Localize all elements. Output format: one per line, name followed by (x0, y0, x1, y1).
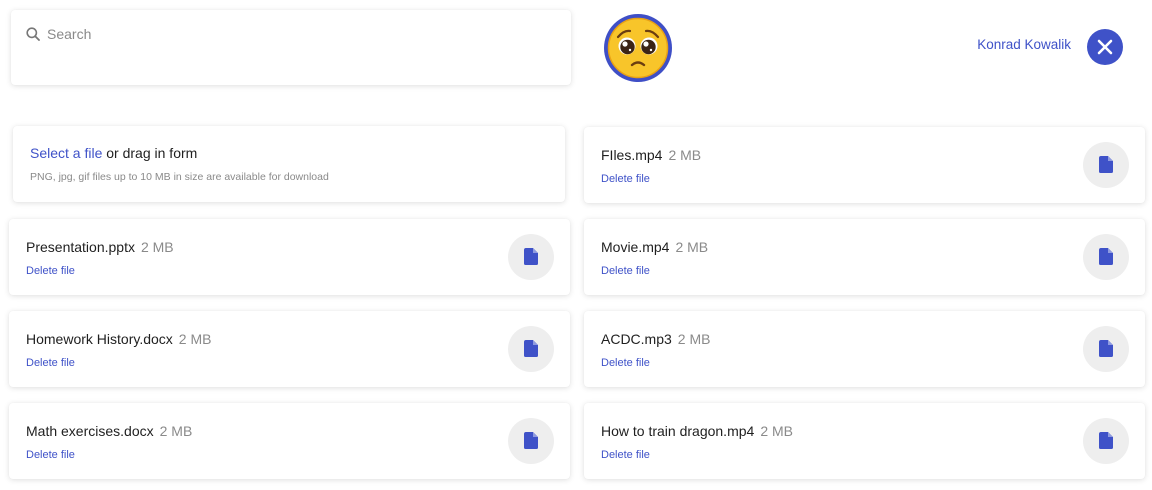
file-size: 2 MB (178, 331, 212, 347)
delete-file-link[interactable]: Delete file (601, 357, 650, 369)
avatar (604, 14, 672, 82)
file-icon-button[interactable] (1083, 418, 1129, 464)
file-size: 2 MB (159, 423, 193, 439)
user-name-link[interactable]: Konrad Kowalik (940, 37, 1071, 52)
delete-file-link[interactable]: Delete file (26, 449, 75, 461)
file-card: How to train dragon.mp4 2 MB Delete file (584, 403, 1145, 479)
select-file-link[interactable]: Select a file (30, 145, 102, 161)
file-icon (1099, 156, 1113, 173)
file-name: Movie.mp4 2 MB (601, 239, 709, 255)
file-card: Homework History.docx 2 MB Delete file (9, 311, 570, 387)
file-icon-button[interactable] (1083, 326, 1129, 372)
file-size: 2 MB (675, 239, 709, 255)
close-icon (1097, 39, 1113, 55)
file-card: Math exercises.docx 2 MB Delete file (9, 403, 570, 479)
file-icon-button[interactable] (508, 234, 554, 280)
upload-prompt: Select a file or drag in form (30, 145, 197, 161)
search-input[interactable] (47, 24, 547, 44)
file-icon (1099, 248, 1113, 265)
file-icon-button[interactable] (508, 418, 554, 464)
file-size: 2 MB (677, 331, 711, 347)
file-icon (524, 340, 538, 357)
file-name: Math exercises.docx 2 MB (26, 423, 193, 439)
file-card: FIles.mp4 2 MB Delete file (584, 127, 1145, 203)
file-icon (524, 248, 538, 265)
file-card: Movie.mp4 2 MB Delete file (584, 219, 1145, 295)
delete-file-link[interactable]: Delete file (601, 449, 650, 461)
file-icon (524, 432, 538, 449)
upload-hint: PNG, jpg, gif files up to 10 MB in size … (30, 171, 329, 183)
file-size: 2 MB (140, 239, 174, 255)
file-name: How to train dragon.mp4 2 MB (601, 423, 793, 439)
file-icon (1099, 432, 1113, 449)
file-icon-button[interactable] (508, 326, 554, 372)
delete-file-link[interactable]: Delete file (26, 357, 75, 369)
file-icon-button[interactable] (1083, 142, 1129, 188)
file-name: Homework History.docx 2 MB (26, 331, 212, 347)
file-name: FIles.mp4 2 MB (601, 147, 702, 163)
upload-prompt-rest: or drag in form (102, 145, 198, 161)
file-name: Presentation.pptx 2 MB (26, 239, 174, 255)
file-name: ACDC.mp3 2 MB (601, 331, 711, 347)
delete-file-link[interactable]: Delete file (26, 265, 75, 277)
file-icon-button[interactable] (1083, 234, 1129, 280)
file-card: Presentation.pptx 2 MB Delete file (9, 219, 570, 295)
delete-file-link[interactable]: Delete file (601, 173, 650, 185)
file-card: ACDC.mp3 2 MB Delete file (584, 311, 1145, 387)
delete-file-link[interactable]: Delete file (601, 265, 650, 277)
search-bar[interactable] (11, 10, 571, 85)
file-size: 2 MB (668, 147, 702, 163)
upload-dropzone[interactable]: Select a file or drag in form PNG, jpg, … (13, 126, 565, 202)
search-icon (26, 27, 40, 41)
close-button[interactable] (1087, 29, 1123, 65)
file-size: 2 MB (760, 423, 793, 439)
file-icon (1099, 340, 1113, 357)
